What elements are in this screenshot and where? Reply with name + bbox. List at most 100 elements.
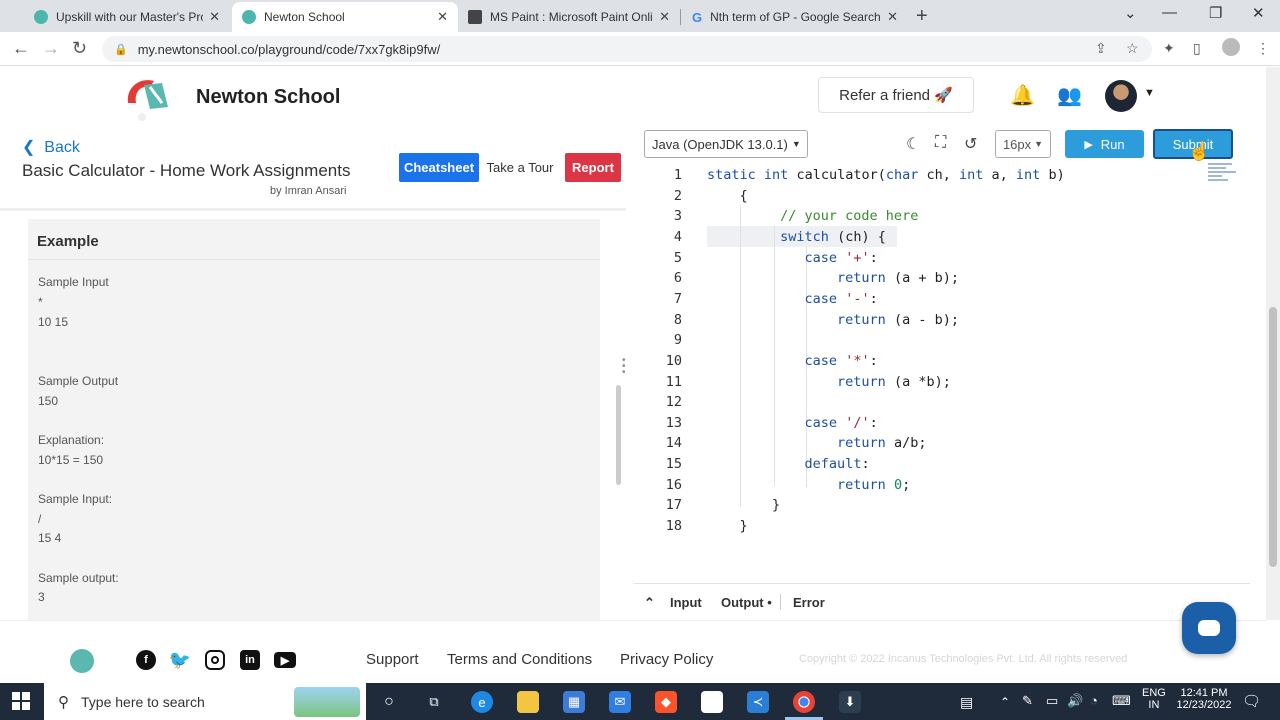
scrollbar-thumb[interactable] xyxy=(1269,307,1277,567)
privacy-link[interactable]: Privacy Policy xyxy=(620,651,713,668)
notification-bell-icon[interactable]: 🔔 xyxy=(1010,83,1035,108)
browser-tab-4[interactable]: G Nth term of GP - Google Search ✕ xyxy=(682,2,908,32)
take-tour-button[interactable]: Take a Tour xyxy=(482,153,558,182)
browser-tab-3[interactable]: MS Paint : Microsoft Paint Online ✕ xyxy=(458,2,680,32)
code-line[interactable]: 18 } xyxy=(634,516,1234,536)
newton-footer-logo-icon[interactable] xyxy=(70,649,94,673)
windows-start-icon[interactable] xyxy=(12,692,30,710)
tray-pen-icon[interactable]: ✎ xyxy=(1022,693,1033,709)
linkedin-icon[interactable]: in xyxy=(240,650,260,670)
task-view-icon[interactable]: ⧉ xyxy=(423,691,445,713)
share-icon[interactable]: ⇪ xyxy=(1095,40,1107,57)
community-users-icon[interactable]: 👥 xyxy=(1057,83,1082,108)
code-line[interactable]: 1 static int calculator(char ch, int a, i… xyxy=(634,165,1234,185)
back-link[interactable]: ❮ Back xyxy=(22,137,80,157)
drag-handle-icon[interactable]: • • • xyxy=(622,356,626,378)
reload-icon[interactable]: ↻ xyxy=(72,38,87,59)
tray-app-icon[interactable]: ▤ xyxy=(960,694,973,711)
volume-icon[interactable]: 🔊 xyxy=(1067,693,1083,709)
font-size-select[interactable]: 16px ▼ xyxy=(995,130,1051,158)
twitter-icon[interactable]: 🐦 xyxy=(169,650,191,670)
panel-scrollbar[interactable] xyxy=(616,385,621,485)
tray-chevron-up-icon[interactable]: ⌃ xyxy=(1000,695,1010,709)
instagram-icon[interactable] xyxy=(205,650,225,670)
close-tab-icon[interactable]: ✕ xyxy=(887,9,898,25)
restore-icon[interactable]: ❐ xyxy=(1209,4,1222,22)
profile-icon[interactable] xyxy=(1222,38,1240,56)
code-line[interactable]: 14 return a/b; xyxy=(634,433,1234,453)
code-line[interactable]: 3 // your code here xyxy=(634,206,1234,226)
close-tab-icon[interactable]: ✕ xyxy=(209,9,220,25)
page-scrollbar[interactable] xyxy=(1266,67,1280,620)
code-line[interactable]: 7 case '-': xyxy=(634,289,1234,309)
code-line[interactable]: 15 default: xyxy=(634,454,1234,474)
tab-input[interactable]: Input xyxy=(670,595,702,610)
run-button[interactable]: ▶ Run xyxy=(1065,130,1144,158)
avatar[interactable] xyxy=(1105,80,1137,112)
edge-icon[interactable]: e xyxy=(471,691,493,713)
mail-icon[interactable]: ✉ xyxy=(609,691,631,713)
code-line[interactable]: 6 return (a + b); xyxy=(634,268,1234,288)
store-icon[interactable]: ▦ xyxy=(563,691,585,713)
new-tab-icon[interactable]: + xyxy=(916,5,928,28)
file-explorer-icon[interactable] xyxy=(517,691,539,713)
cortana-icon[interactable]: ○ xyxy=(378,691,400,713)
code-line[interactable]: 11 return (a *b); xyxy=(634,372,1234,392)
close-tab-icon[interactable]: ✕ xyxy=(659,9,670,25)
sidepanel-icon[interactable]: ▯ xyxy=(1193,40,1201,57)
code-text: return 0; xyxy=(837,476,911,493)
close-tab-icon[interactable]: ✕ xyxy=(437,9,448,25)
facebook-icon[interactable]: f xyxy=(136,650,156,670)
tab-search-chevron-icon[interactable]: ⌄ xyxy=(1124,4,1137,22)
notepad-icon[interactable] xyxy=(701,691,723,713)
close-window-icon[interactable]: ✕ xyxy=(1252,4,1265,22)
battery-icon[interactable]: ▭ xyxy=(1046,693,1058,709)
clock[interactable]: 12:41 PM 12/23/2022 xyxy=(1176,687,1232,711)
support-link[interactable]: Support xyxy=(366,651,419,668)
code-line[interactable]: 5 case '+': xyxy=(634,248,1234,268)
minimize-icon[interactable]: — xyxy=(1162,4,1177,21)
browser-tab-1[interactable]: Upskill with our Master's Program ✕ xyxy=(24,2,230,32)
bookmark-star-icon[interactable]: ☆ xyxy=(1126,40,1139,57)
report-button[interactable]: Report xyxy=(565,153,621,182)
youtube-icon[interactable]: ▶ xyxy=(274,652,296,668)
chevron-up-icon[interactable]: ⌃ xyxy=(644,595,655,611)
browser-tab-2[interactable]: Newton School ✕ xyxy=(232,2,458,32)
tab-error[interactable]: Error xyxy=(793,595,825,610)
refer-friend-button[interactable]: Refer a friend 🚀 xyxy=(818,77,974,113)
app-icon[interactable]: ⬇ xyxy=(839,691,861,713)
code-line[interactable]: 9 xyxy=(634,330,1234,350)
brand-name[interactable]: Newton School xyxy=(196,86,340,109)
chrome-icon[interactable] xyxy=(793,691,815,713)
code-line[interactable]: 4 switch (ch) { xyxy=(634,227,1234,247)
keyboard-icon[interactable]: ⌨ xyxy=(1112,693,1131,709)
dark-mode-moon-icon[interactable]: ☾ xyxy=(906,134,920,154)
extensions-icon[interactable]: ✦ xyxy=(1163,40,1175,57)
language-indicator[interactable]: ENG IN xyxy=(1142,687,1166,711)
newton-logo-icon[interactable] xyxy=(122,73,180,121)
chat-support-button[interactable] xyxy=(1182,602,1236,654)
code-line[interactable]: 8 return (a - b); xyxy=(634,310,1234,330)
code-line[interactable]: 10 case '*': xyxy=(634,351,1234,371)
code-line[interactable]: 17 } xyxy=(634,495,1234,515)
code-line[interactable]: 12 xyxy=(634,392,1234,412)
code-line[interactable]: 13 case '/': xyxy=(634,413,1234,433)
wifi-icon[interactable]: ◔ xyxy=(1090,693,1098,708)
vscode-icon[interactable]: ≺ xyxy=(747,691,769,713)
taskbar-search-field[interactable]: ⚲ Type here to search xyxy=(44,683,366,720)
terms-link[interactable]: Terms and Conditions xyxy=(447,651,592,668)
reset-code-icon[interactable]: ↺ xyxy=(964,134,977,154)
language-select[interactable]: Java (OpenJDK 13.0.1) ▼ xyxy=(644,130,808,158)
code-line[interactable]: 2 { xyxy=(634,186,1234,206)
url-field[interactable]: 🔒 my.newtonschool.co/playground/code/7xx… xyxy=(102,36,1152,62)
more-menu-icon[interactable]: ⋮ xyxy=(1256,40,1270,57)
brave-icon[interactable]: ◆ xyxy=(655,691,677,713)
code-line[interactable]: 16 return 0; xyxy=(634,475,1234,495)
tab-output[interactable]: Output • xyxy=(721,595,772,610)
notifications-icon[interactable]: 🗨 xyxy=(1242,692,1261,710)
forward-arrow-icon[interactable]: → xyxy=(42,38,60,59)
chevron-down-icon[interactable]: ▼ xyxy=(1144,87,1155,99)
cheatsheet-button[interactable]: Cheatsheet xyxy=(399,153,479,182)
back-arrow-icon[interactable]: ← xyxy=(12,38,30,59)
fullscreen-icon[interactable]: ⛶ xyxy=(935,134,946,152)
